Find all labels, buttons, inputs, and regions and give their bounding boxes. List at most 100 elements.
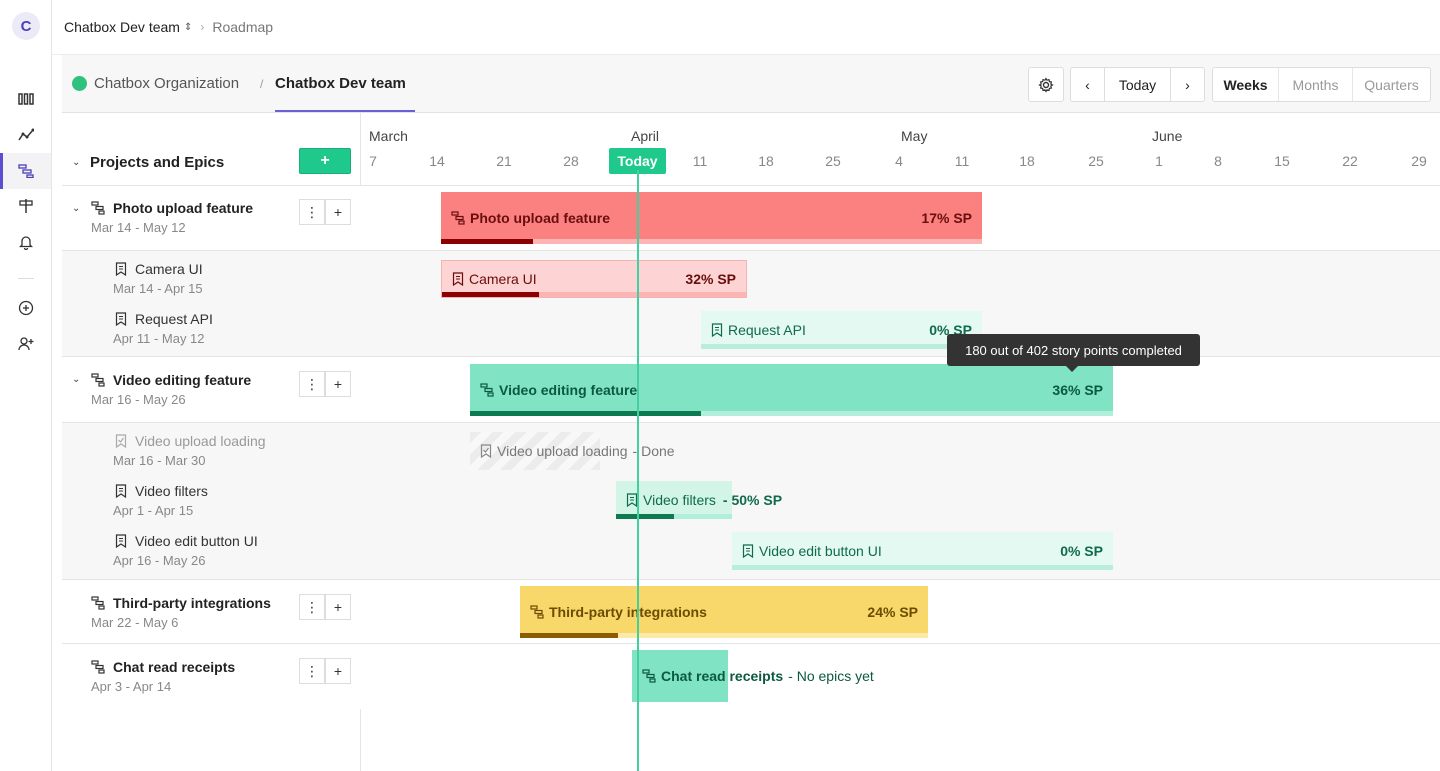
bar-label: Third-party integrations	[530, 604, 707, 620]
epic-name[interactable]: Camera UI	[135, 261, 203, 277]
progress-track	[732, 565, 1113, 570]
team-switcher[interactable]: Chatbox Dev team ⇕	[64, 19, 192, 35]
epic-bar-request-api[interactable]: Request API 0% SP	[701, 311, 982, 349]
chevron-left-icon: ‹	[1085, 76, 1090, 93]
epic-icon	[115, 262, 127, 276]
epic-dates: Apr 16 - May 26	[113, 553, 206, 568]
project-icon	[91, 201, 105, 215]
project-icon	[451, 211, 465, 225]
day-label: 29	[1411, 153, 1427, 169]
epic-name[interactable]: Request API	[135, 311, 213, 327]
bar-title: Camera UI	[469, 271, 537, 287]
add-project-button[interactable]: +	[299, 148, 351, 174]
updown-chevron-icon: ⇕	[183, 21, 193, 33]
project-bar-third-party[interactable]: Third-party integrations 24% SP	[520, 586, 928, 638]
epic-bar-video-upload-loading[interactable]: Video upload loading - Done	[470, 432, 675, 470]
roadmap-icon[interactable]	[0, 153, 38, 189]
view-months[interactable]: Months	[1278, 68, 1352, 101]
bell-icon[interactable]	[14, 230, 38, 254]
rail-divider	[18, 278, 34, 279]
project-row[interactable]: ⌄ Video editing feature Mar 16 - May 26 …	[62, 357, 361, 423]
project-dates: Mar 16 - May 26	[91, 392, 186, 407]
breadcrumb-roadmap[interactable]: Roadmap	[212, 19, 273, 35]
project-row[interactable]: Chat read receipts Apr 3 - Apr 14 ⋮ +	[62, 644, 361, 709]
bar-label: Video editing feature	[480, 382, 637, 398]
org-breadcrumb[interactable]: Chatbox Organization	[72, 75, 239, 92]
chevron-down-icon[interactable]: ⌄	[72, 203, 80, 214]
epic-done-icon	[115, 434, 127, 448]
today-button[interactable]: Today	[1104, 67, 1171, 102]
invite-user-icon[interactable]	[14, 332, 38, 356]
epic-name[interactable]: Video upload loading	[135, 433, 266, 449]
project-row[interactable]: Third-party integrations Mar 22 - May 6 …	[62, 580, 361, 644]
month-label: April	[631, 128, 660, 144]
add-epic-button[interactable]: +	[325, 658, 351, 684]
timeline-lane	[361, 644, 1440, 771]
project-bar-video-editing[interactable]: Video editing feature 36% SP	[470, 364, 1113, 416]
view-quarters[interactable]: Quarters	[1352, 68, 1430, 101]
board-icon[interactable]	[14, 87, 38, 111]
bar-percentage: 32% SP	[685, 271, 736, 287]
epic-name[interactable]: Video edit button UI	[135, 533, 258, 549]
bar-label: Camera UI	[452, 271, 537, 287]
day-label: 18	[758, 153, 774, 169]
signpost-icon[interactable]	[14, 194, 38, 218]
more-options-button[interactable]: ⋮	[299, 658, 325, 684]
workspace-logo[interactable]: C	[12, 12, 40, 40]
epic-name[interactable]: Video filters	[135, 483, 208, 499]
projects-panel: ⌄ Projects and Epics + ⌄ Photo upload fe…	[62, 113, 361, 771]
bar-title: Chat read receipts	[661, 668, 784, 684]
add-epic-button[interactable]: +	[325, 371, 351, 397]
bar-label: Request API	[711, 322, 806, 338]
project-dates: Apr 3 - Apr 14	[91, 679, 172, 694]
month-label: June	[1152, 128, 1183, 144]
chevron-down-icon[interactable]: ⌄	[72, 374, 80, 385]
prev-button[interactable]: ‹	[1070, 67, 1105, 102]
view-weeks[interactable]: Weeks	[1213, 68, 1278, 101]
today-line	[637, 170, 639, 771]
day-label: 18	[1019, 153, 1035, 169]
gear-icon	[1038, 76, 1054, 93]
project-icon	[642, 669, 656, 683]
chevron-right-icon: ›	[200, 20, 205, 34]
epic-bar-video-filters[interactable]: Video filters - 50% SP	[616, 481, 782, 519]
day-label: 22	[1342, 153, 1358, 169]
epic-dates: Apr 1 - Apr 15	[113, 503, 194, 518]
epic-icon	[115, 484, 127, 498]
chevron-right-icon: ›	[1185, 76, 1190, 93]
chevron-down-icon[interactable]: ⌄	[72, 157, 80, 168]
bar-status: - No epics yet	[788, 668, 874, 684]
add-circle-icon[interactable]	[14, 296, 38, 320]
progress-fill	[441, 239, 533, 244]
add-epic-button[interactable]: +	[325, 199, 351, 225]
more-options-button[interactable]: ⋮	[299, 594, 325, 620]
bar-percentage: 0% SP	[1060, 543, 1103, 559]
team-tab[interactable]: Chatbox Dev team	[275, 75, 406, 92]
project-bar-chat-read-receipts[interactable]: Chat read receipts - No epics yet	[632, 650, 874, 702]
org-logo-icon	[72, 76, 87, 91]
project-row[interactable]: ⌄ Photo upload feature Mar 14 - May 12 ⋮…	[62, 186, 361, 251]
project-icon	[91, 596, 105, 610]
bar-percentage: 17% SP	[921, 210, 972, 226]
team-switcher-label: Chatbox Dev team	[64, 19, 180, 35]
project-dates: Mar 14 - May 12	[91, 220, 186, 235]
next-button[interactable]: ›	[1170, 67, 1205, 102]
bar-title: Photo upload feature	[470, 210, 610, 226]
epic-dates: Apr 11 - May 12	[113, 331, 205, 346]
epic-bar-video-edit-button[interactable]: Video edit button UI 0% SP	[732, 532, 1113, 570]
bar-label: Video filters - 50% SP	[626, 492, 782, 508]
chart-icon[interactable]	[14, 123, 38, 147]
bar-percentage: 36% SP	[1052, 382, 1103, 398]
epic-group: Video upload loading Mar 16 - Mar 30 Vid…	[62, 423, 361, 580]
panel-title: Projects and Epics	[90, 154, 225, 171]
bar-title: Request API	[728, 322, 806, 338]
day-label: 1	[1155, 153, 1163, 169]
breadcrumb-separator: /	[260, 77, 264, 91]
add-epic-button[interactable]: +	[325, 594, 351, 620]
epic-bar-camera-ui[interactable]: Camera UI 32% SP	[441, 260, 747, 298]
more-options-button[interactable]: ⋮	[299, 199, 325, 225]
settings-button[interactable]	[1028, 67, 1064, 102]
more-options-button[interactable]: ⋮	[299, 371, 325, 397]
day-label: 21	[496, 153, 512, 169]
project-bar-photo-upload[interactable]: Photo upload feature 17% SP	[441, 192, 982, 244]
